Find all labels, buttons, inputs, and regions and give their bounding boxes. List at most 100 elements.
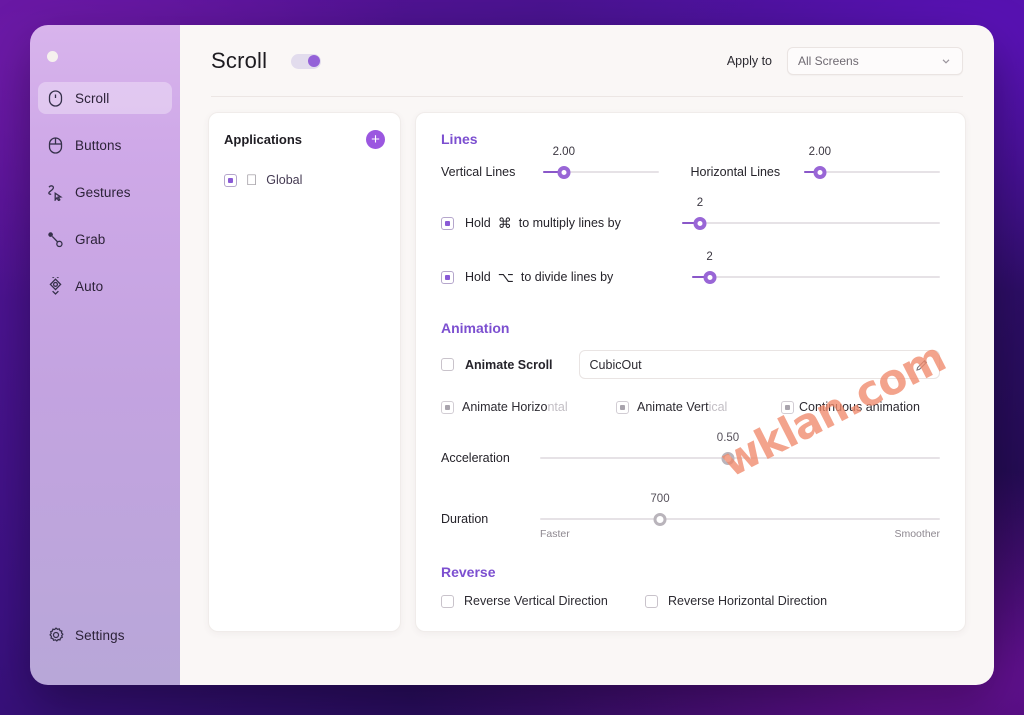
chevron-down-icon — [940, 55, 952, 67]
command-key-icon: ⌘ — [497, 214, 512, 231]
list-item[interactable]:  Global — [224, 169, 385, 191]
sidebar-item-settings[interactable]: Settings — [38, 619, 172, 651]
easing-input[interactable]: CubicOut — [578, 350, 940, 379]
sidebar-item-label: Grab — [75, 231, 106, 247]
horizontal-lines-label: Horizontal Lines — [690, 165, 781, 179]
animate-horizontal-label: Animate Horizo — [462, 400, 548, 414]
animate-vertical-label-tail: ical — [708, 400, 728, 414]
animate-vertical-label: Animate Vert — [637, 400, 709, 414]
desktop-background: Scroll Buttons Gestures Grab Auto Settin… — [0, 0, 1024, 715]
animate-scroll-label: Animate Scroll — [465, 357, 553, 372]
scroll-settings-panel: Lines Vertical Lines 2.00 Horizontal Lin… — [415, 112, 966, 632]
vertical-lines-slider[interactable]: 2.00 — [543, 146, 659, 183]
window-close-dot[interactable] — [47, 51, 58, 62]
sidebar-item-gestures[interactable]: Gestures — [38, 176, 172, 208]
grab-drag-icon — [47, 231, 64, 248]
gesture-cursor-icon — [47, 184, 64, 201]
mouse-buttons-icon — [47, 136, 64, 154]
slider-knob[interactable] — [813, 165, 827, 179]
reverse-horizontal-checkbox[interactable] — [645, 594, 658, 608]
multiply-lines-slider[interactable]: 2 — [681, 197, 940, 234]
reverse-vertical-option[interactable]: Reverse Vertical Direction — [441, 594, 635, 608]
apple-logo-icon:  — [246, 173, 257, 188]
content-header: Scroll Apply to All Screens — [180, 25, 994, 97]
slider-track — [681, 222, 940, 224]
multiply-lines-value: 2 — [696, 197, 704, 209]
animate-horizontal-checkbox[interactable] — [441, 400, 454, 414]
reverse-horizontal-option[interactable]: Reverse Horizontal Direction — [645, 594, 827, 608]
slider-knob[interactable] — [557, 165, 571, 179]
sidebar-item-label: Gestures — [75, 184, 131, 200]
reverse-vertical-checkbox[interactable] — [441, 594, 454, 608]
sidebar-item-scroll[interactable]: Scroll — [38, 82, 172, 114]
divide-label-post: to divide lines by — [520, 270, 614, 284]
page-title: Scroll — [211, 48, 268, 73]
applications-list:  Global — [224, 169, 385, 191]
duration-slider[interactable]: 700 Faster Smoother — [540, 493, 940, 540]
pencil-icon[interactable] — [915, 358, 929, 372]
divide-lines-value: 2 — [706, 251, 713, 263]
continuous-animation-flag[interactable]: Continuous animation — [781, 400, 920, 414]
app-name-label: Global — [255, 173, 302, 187]
header-right-group: Apply to All Screens — [727, 47, 963, 75]
header-divider — [211, 96, 963, 97]
panels-row: Applications +  Global Lines — [180, 97, 994, 632]
slider-track — [540, 518, 940, 520]
animate-scroll-checkbox[interactable] — [441, 358, 454, 371]
reverse-horizontal-label: Reverse Horizontal Direction — [668, 594, 828, 608]
sidebar-item-label: Auto — [75, 278, 104, 294]
sidebar-item-grab[interactable]: Grab — [38, 223, 172, 255]
horizontal-lines-slider[interactable]: 2.00 — [803, 146, 940, 183]
continuous-animation-checkbox[interactable] — [781, 400, 794, 414]
mouse-scroll-icon — [47, 89, 64, 107]
acceleration-value: 0.50 — [716, 432, 740, 444]
sidebar-nav: Scroll Buttons Gestures Grab Auto — [30, 82, 180, 302]
duration-value: 700 — [650, 493, 670, 505]
multiply-label-post: to multiply lines by — [518, 216, 621, 230]
divide-lines-slider[interactable]: 2 — [692, 251, 940, 288]
add-application-button[interactable]: + — [366, 130, 385, 149]
sidebar: Scroll Buttons Gestures Grab Auto Settin… — [30, 25, 180, 685]
sidebar-item-label: Buttons — [75, 137, 122, 153]
multiply-label-pre: Hold — [465, 216, 491, 230]
horizontal-lines-value: 2.00 — [808, 146, 832, 158]
slider-knob[interactable] — [653, 512, 667, 526]
apply-to-label: Apply to — [726, 54, 772, 68]
app-enabled-checkbox[interactable] — [224, 173, 237, 187]
reverse-options-row: Reverse Vertical Direction Reverse Horiz… — [441, 594, 940, 608]
sidebar-item-label: Scroll — [75, 90, 110, 106]
multiply-lines-checkbox[interactable] — [441, 216, 454, 230]
slider-knob[interactable] — [693, 216, 707, 230]
reverse-vertical-label: Reverse Vertical Direction — [464, 594, 608, 608]
multiply-lines-row: Hold ⌘ to multiply lines by 2 — [441, 197, 940, 234]
continuous-animation-label: Continuous animation — [799, 400, 920, 414]
section-title-lines: Lines — [441, 131, 478, 147]
acceleration-slider[interactable]: 0.50 — [540, 432, 940, 469]
acceleration-label: Acceleration — [441, 451, 510, 465]
sidebar-item-buttons[interactable]: Buttons — [38, 129, 172, 161]
animate-vertical-flag[interactable]: Animate Vertical — [616, 400, 781, 414]
screens-select-value: All Screens — [798, 54, 859, 68]
applications-header: Applications + — [224, 130, 385, 149]
section-title-animation: Animation — [441, 320, 510, 336]
slider-track — [540, 457, 940, 459]
screens-select[interactable]: All Screens — [787, 47, 963, 75]
slider-knob[interactable] — [703, 270, 717, 284]
animate-vertical-checkbox[interactable] — [616, 400, 629, 414]
duration-right-cap: Smoother — [894, 528, 940, 540]
easing-value: CubicOut — [589, 357, 642, 372]
vertical-lines-label: Vertical Lines — [441, 165, 516, 179]
divide-lines-row: Hold ⌥ to divide lines by 2 — [441, 251, 940, 288]
divide-lines-checkbox[interactable] — [441, 270, 454, 284]
enable-scroll-toggle[interactable] — [291, 53, 322, 69]
sidebar-item-label: Settings — [75, 627, 125, 643]
applications-panel: Applications +  Global — [208, 112, 401, 632]
animate-horizontal-flag[interactable]: Animate Horizontal — [441, 400, 616, 414]
applications-title: Applications — [224, 132, 303, 147]
animate-scroll-row: Animate Scroll CubicOut — [441, 350, 940, 379]
slider-knob[interactable] — [721, 451, 735, 465]
divide-label-pre: Hold — [465, 270, 491, 284]
animation-flags-row: Animate Horizontal Animate Vertical Cont… — [441, 400, 940, 414]
sidebar-item-auto[interactable]: Auto — [38, 270, 172, 302]
vertical-lines-group: Vertical Lines 2.00 — [441, 146, 691, 183]
